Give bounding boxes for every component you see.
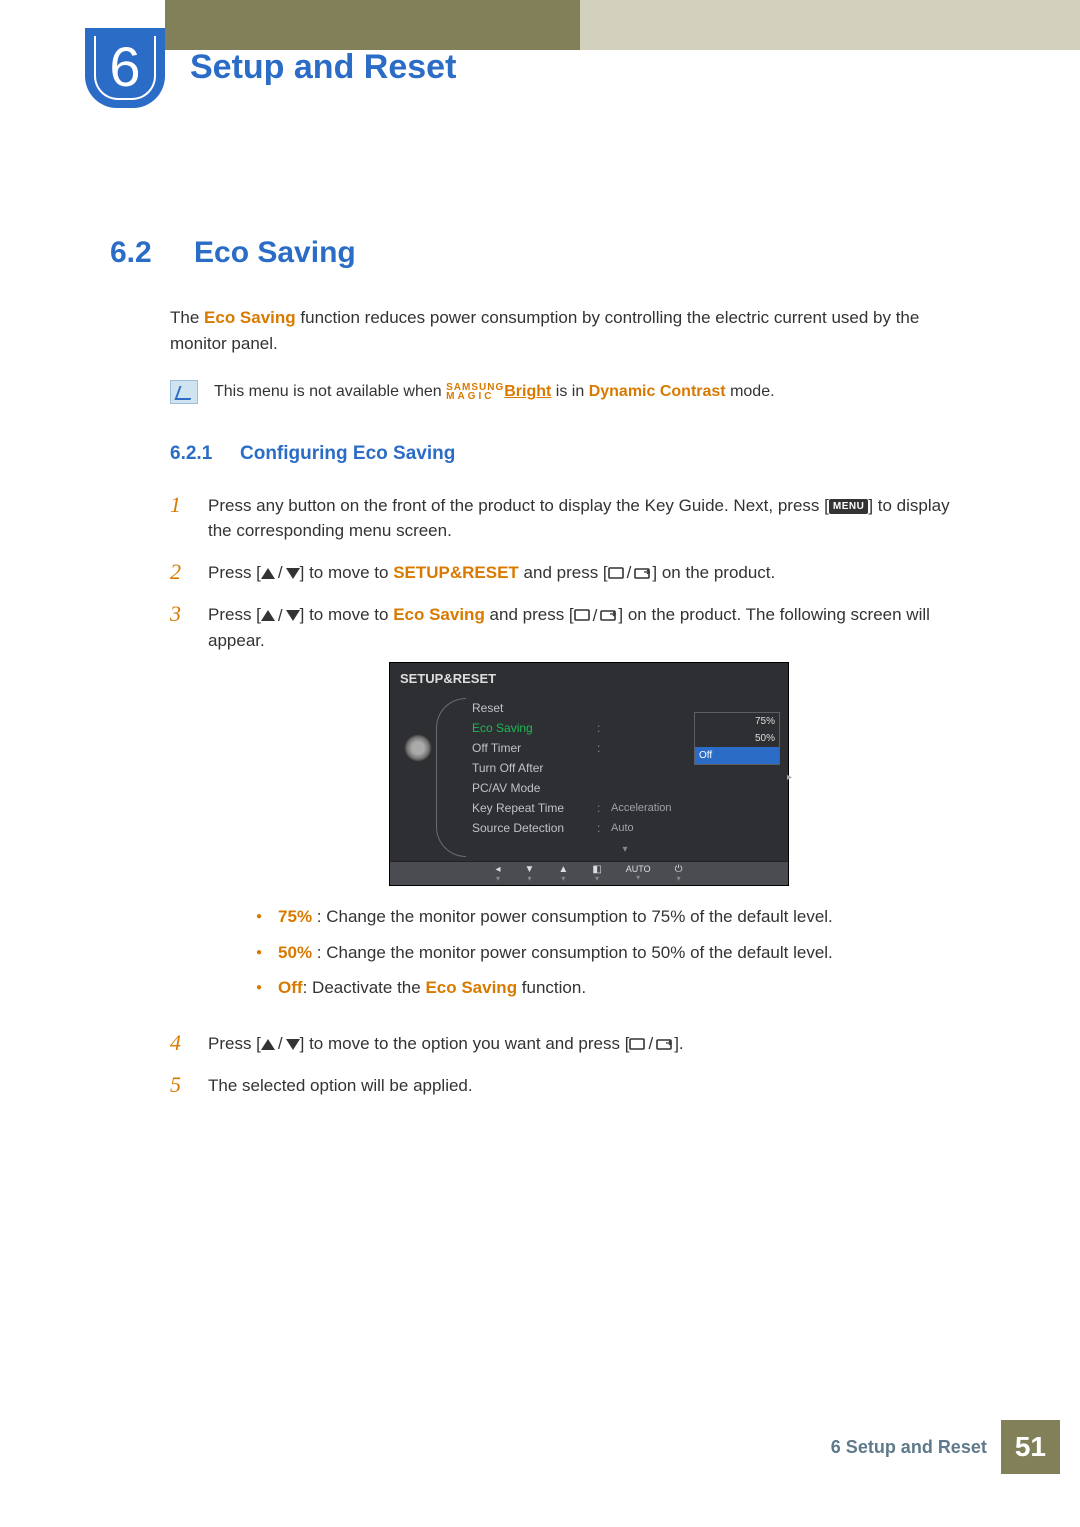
- osd-item-off-timer: Off Timer: [472, 739, 597, 757]
- osd-option-75: 75%: [695, 713, 779, 730]
- subsection-number: 6.2.1: [170, 440, 222, 469]
- up-down-icon: /: [261, 560, 300, 586]
- osd-nav-power: ⏻▾: [675, 865, 683, 883]
- osd-item-reset: Reset: [472, 699, 597, 717]
- samsung-magic-logo: SAMSUNGMAGIC: [446, 383, 504, 401]
- osd-item-turn-off-after: Turn Off After: [472, 759, 597, 777]
- osd-item-source-detection: Source Detection: [472, 819, 597, 837]
- up-down-icon: /: [261, 1031, 300, 1057]
- option-bullets: ●75% : Change the monitor power consumpt…: [256, 904, 970, 1001]
- note: This menu is not available when SAMSUNGM…: [170, 380, 970, 404]
- page-footer: 6 Setup and Reset 51: [831, 1420, 1060, 1474]
- osd-item-eco-saving: Eco Saving: [472, 719, 597, 737]
- osd-nav-left: ◂▾: [495, 865, 500, 883]
- osd-item-key-repeat: Key Repeat Time: [472, 799, 597, 817]
- chevron-right-icon: ▸: [787, 770, 792, 785]
- osd-title: SETUP&RESET: [390, 663, 788, 695]
- bullet-50: ●50% : Change the monitor power consumpt…: [256, 940, 970, 966]
- osd-option-50: 50%: [695, 730, 779, 747]
- bullet-75: ●75% : Change the monitor power consumpt…: [256, 904, 970, 930]
- menu-key-badge: MENU: [829, 499, 868, 514]
- osd-value-acceleration: Acceleration: [611, 800, 672, 817]
- up-down-icon: /: [261, 603, 300, 629]
- bullet-off: ●Off: Deactivate the Eco Saving function…: [256, 975, 970, 1001]
- osd-item-pcav-mode: PC/AV Mode: [472, 779, 597, 797]
- step-2: 2 Press [/] to move to SETUP&RESET and p…: [170, 560, 970, 586]
- osd-nav-auto: AUTO▾: [626, 865, 651, 882]
- gear-icon: [404, 734, 432, 762]
- osd-nav-up: ▲▾: [558, 865, 568, 883]
- osd-nav-bar: ◂▾ ▼▾ ▲▾ ◧▾ AUTO▾ ⏻▾: [390, 861, 788, 885]
- setup-reset-label: SETUP&RESET: [393, 563, 519, 582]
- osd-screenshot: SETUP&RESET Reset Eco Saving: Off Timer:: [389, 662, 789, 887]
- subsection-heading: 6.2.1 Configuring Eco Saving: [170, 440, 970, 469]
- osd-option-popup: 75% 50% Off: [694, 712, 780, 765]
- source-enter-icon: /: [608, 560, 653, 586]
- osd-value-auto: Auto: [611, 820, 634, 837]
- intro-paragraph: The Eco Saving function reduces power co…: [170, 305, 970, 356]
- section-heading: 6.2 Eco Saving: [110, 230, 970, 275]
- eco-saving-label: Eco Saving: [393, 605, 485, 624]
- step-1: 1 Press any button on the front of the p…: [170, 493, 970, 544]
- osd-nav-down: ▼▾: [525, 865, 535, 883]
- bright-label: Bright: [504, 383, 551, 400]
- step-5: 5 The selected option will be applied.: [170, 1073, 970, 1099]
- note-icon: [170, 380, 198, 404]
- source-enter-icon: /: [574, 603, 619, 629]
- footer-chapter-label: 6 Setup and Reset: [831, 1434, 987, 1461]
- step-3: 3 Press [/] to move to Eco Saving and pr…: [170, 602, 970, 1015]
- osd-option-off: Off: [695, 747, 779, 764]
- osd-nav-enter: ◧▾: [592, 865, 601, 883]
- step-list: 1 Press any button on the front of the p…: [170, 493, 970, 1099]
- intro-feature: Eco Saving: [204, 308, 296, 327]
- subsection-title: Configuring Eco Saving: [240, 440, 455, 469]
- step-4: 4 Press [/] to move to the option you wa…: [170, 1031, 970, 1057]
- dynamic-contrast-label: Dynamic Contrast: [589, 383, 726, 400]
- section-title: Eco Saving: [194, 230, 356, 275]
- page-number: 51: [1001, 1420, 1060, 1474]
- section-number: 6.2: [110, 230, 170, 275]
- chevron-down-icon: ▾: [472, 842, 778, 857]
- source-enter-icon: /: [629, 1031, 674, 1057]
